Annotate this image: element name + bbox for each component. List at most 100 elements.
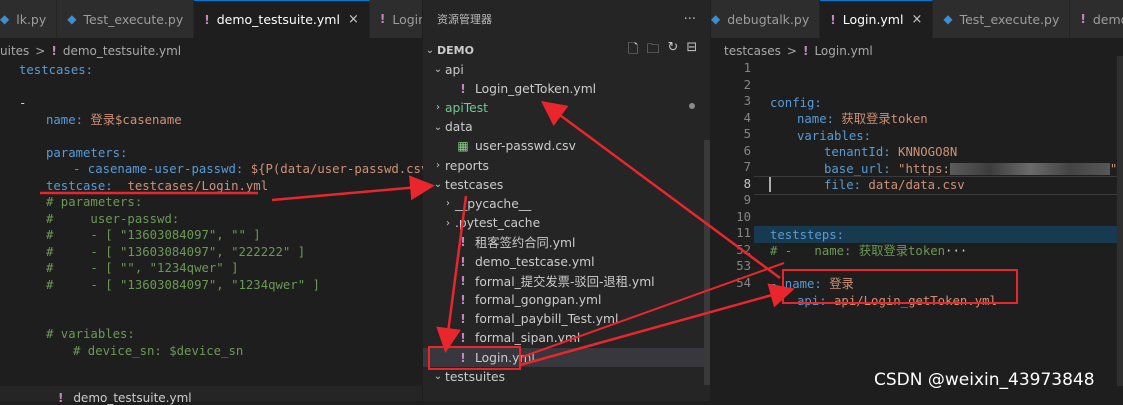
breadcrumb-file[interactable]: Login.yml	[814, 44, 872, 58]
code-line: tenantId: KNNOGO8N	[770, 144, 1117, 161]
line-number: 4	[743, 110, 751, 125]
code-line: # - [ "13603084097", "" ]	[19, 227, 443, 244]
left-tab-1[interactable]: ◆ Test_execute.py	[57, 0, 195, 38]
explorer-folder[interactable]: › reports	[423, 156, 710, 175]
code-token: "https:	[898, 161, 950, 176]
explorer-file[interactable]: ! Login_getToken.yml	[423, 79, 710, 98]
line-number: 53	[736, 259, 751, 273]
python-file-icon: ◆	[711, 12, 721, 26]
breadcrumb-folder[interactable]: uites	[0, 44, 29, 58]
explorer-root[interactable]: ⌄ DEMO 🗋 🗀 ↻ ⊟	[423, 40, 710, 62]
explorer-item-label: reports	[445, 158, 489, 173]
new-file-icon[interactable]: 🗋	[628, 40, 638, 62]
code-line: api: api/Login_getToken.yml	[770, 293, 1117, 310]
explorer-item-label: Login.yml	[475, 350, 535, 365]
explorer-file[interactable]: ! formal_paybill_Test.yml	[423, 310, 710, 329]
new-folder-icon[interactable]: 🗀	[646, 40, 659, 62]
explorer-file[interactable]: ! formal_gongpan.yml	[423, 290, 710, 309]
bottom-tab[interactable]: ! demo_testsuite.yml	[58, 391, 192, 405]
explorer-file[interactable]: ! Login.yml	[423, 348, 710, 367]
code-token: name:	[46, 112, 91, 127]
line-number: 7	[743, 160, 751, 174]
code-token: variables:	[797, 128, 872, 143]
code-line: testcase: testcases/Login.yml	[19, 178, 443, 195]
explorer-folder[interactable]: › apiTest	[423, 98, 710, 117]
explorer-folder[interactable]: ⌄ data	[423, 118, 710, 137]
code-token: 登录$casename	[90, 112, 182, 127]
explorer-item-label: testcases	[445, 177, 504, 192]
explorer-scrollbar[interactable]	[704, 140, 710, 385]
code-token: # parameters:	[46, 195, 143, 209]
chevron-down-icon: ⌄	[433, 121, 443, 133]
code-token: # - [ "", "1234qwer" ]	[46, 261, 239, 275]
code-token: testcases:	[19, 63, 94, 77]
explorer-folder[interactable]: › .pytest_cache	[423, 214, 710, 233]
explorer-item-label: 租客签约合同.yml	[475, 236, 576, 251]
code-token: - name:	[770, 277, 830, 291]
right-tab-2[interactable]: ◆ Test_execute.py	[933, 0, 1071, 38]
explorer-folder[interactable]: ⌄ testsuites	[423, 367, 710, 386]
yaml-file-icon: !	[460, 254, 466, 269]
chevron-down-icon: ⌄	[433, 64, 443, 75]
code-line: # - [ "13603084097", "1234qwer" ]	[19, 277, 443, 294]
code-line: # - name: 获取登录token···	[770, 243, 1117, 260]
explorer-folder[interactable]: ⌄ api	[423, 60, 710, 79]
code-token: base_url:	[824, 161, 899, 176]
code-token: - casename-user-passwd:	[73, 162, 251, 176]
explorer-item-label: testsuites	[445, 369, 506, 384]
yaml-file-icon: !	[460, 81, 466, 96]
explorer-file[interactable]: ! formal_sipan.yml	[423, 329, 710, 348]
close-icon[interactable]: ×	[348, 12, 359, 27]
code-token: # device_sn: $device_sn	[73, 343, 244, 358]
code-token: KNNOGO8N	[898, 145, 958, 159]
right-tab-1[interactable]: ! Login.yml ×	[820, 0, 934, 38]
explorer-file[interactable]: ▦ user-passwd.csv	[423, 137, 710, 156]
more-actions-icon[interactable]: ···	[684, 12, 696, 27]
breadcrumb-separator: >	[786, 44, 797, 58]
yaml-file-icon: !	[460, 235, 466, 250]
code-line: base_url: "https: "	[770, 161, 1117, 178]
explorer-folder[interactable]: ⌄ testcases	[423, 175, 710, 194]
left-tab-bar: ◆ lk.py ◆ Test_execute.py! demo_testsuite.ym…	[0, 0, 422, 38]
explorer-folder[interactable]: › __pycache__	[423, 194, 710, 213]
breadcrumb-file[interactable]: demo_testsuite.yml	[63, 44, 181, 58]
code-token: # variables:	[46, 327, 135, 341]
line-number: 2	[743, 77, 751, 92]
explorer-file[interactable]: ! 租客签约合同.yml	[423, 233, 710, 252]
breadcrumb-folder[interactable]: testcases	[724, 44, 781, 58]
explorer-file[interactable]: ! formal_提交发票-驳回-退租.yml	[423, 271, 710, 290]
right-breadcrumb: testcases > ! Login.yml	[724, 40, 873, 62]
code-token: api/Login_getToken.yml	[834, 293, 997, 308]
tab-label: lk.py	[16, 11, 47, 27]
refresh-icon[interactable]: ↻	[667, 40, 678, 62]
code-token: api:	[797, 293, 835, 308]
explorer-file[interactable]: ! demo_testcase.yml	[423, 252, 710, 271]
code-line: name: 获取登录token	[770, 111, 1117, 128]
code-line: # - [ "", "1234qwer" ]	[19, 260, 443, 277]
right-tab-0[interactable]: ◆ debugtalk.py	[711, 0, 821, 38]
yaml-file-icon: !	[460, 312, 466, 327]
python-file-icon: ◆	[943, 12, 953, 26]
left-code-area[interactable]: testcases: - name: 登录$casename parameters: -…	[19, 62, 443, 359]
explorer-item-label: formal_paybill_Test.yml	[475, 312, 619, 327]
close-icon[interactable]: ×	[911, 12, 922, 27]
code-line: - name: 登录	[770, 276, 1117, 293]
explorer-item-label: __pycache__	[455, 196, 532, 211]
line-number: 5	[743, 127, 751, 141]
line-number: 54	[736, 275, 751, 290]
explorer-header: 资源管理器 ···	[423, 0, 710, 38]
explorer-item-label: api	[445, 62, 464, 77]
left-tab-3[interactable]: ! Login.yml	[369, 0, 422, 38]
right-scrollbar[interactable]	[1117, 56, 1123, 386]
chevron-down-icon: ⌄	[425, 45, 435, 56]
left-tab-0[interactable]: ◆ lk.py	[0, 0, 58, 38]
code-line: config:	[770, 95, 1117, 112]
right-tab-3[interactable]: ! demo_testsu	[1070, 0, 1123, 38]
chevron-down-icon: ⌄	[433, 179, 443, 191]
collapse-all-icon[interactable]: ⊟	[686, 40, 697, 62]
right-code-area[interactable]: config: name: 获取登录token variables: tenantId…	[770, 78, 1117, 309]
left-tab-2[interactable]: ! demo_testsuite.yml ×	[194, 0, 370, 38]
git-modified-dot	[689, 103, 695, 109]
